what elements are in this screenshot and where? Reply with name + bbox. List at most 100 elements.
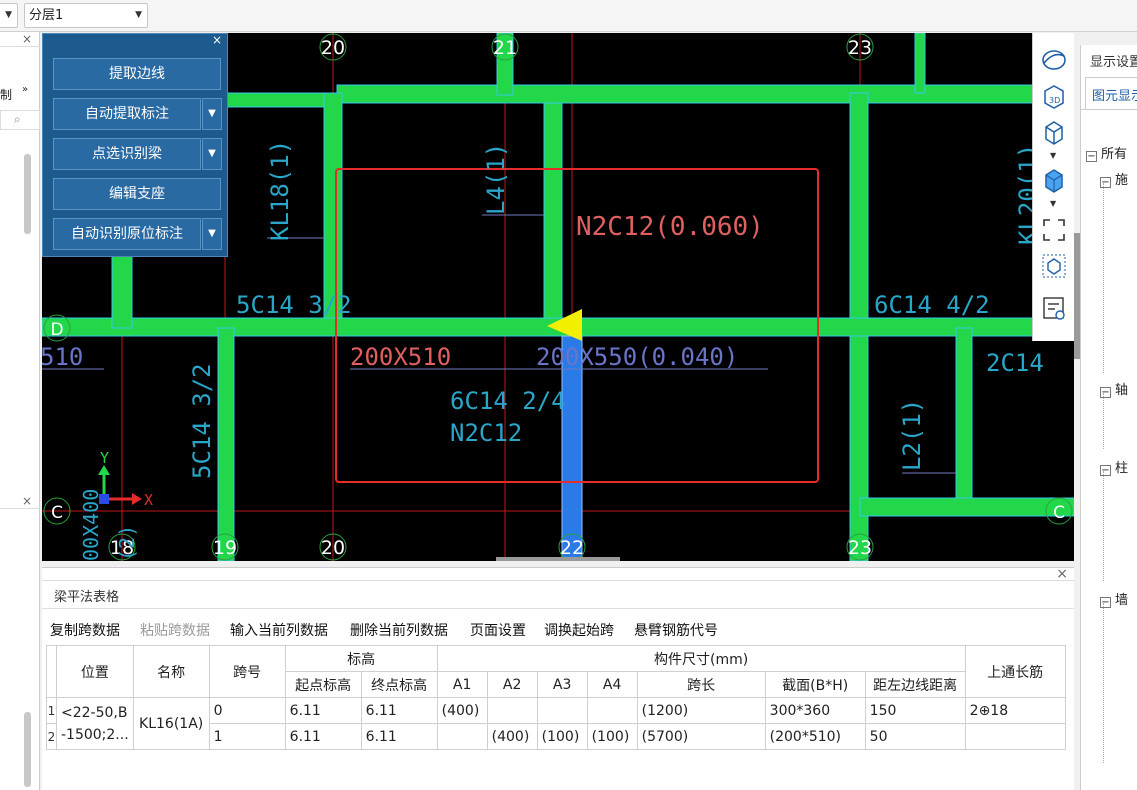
cell-a1[interactable]: (400) xyxy=(436,697,488,724)
tab-element-display[interactable]: 图元显示 xyxy=(1085,77,1137,109)
search-icon: ⌕ xyxy=(14,112,21,126)
tree-item-all[interactable]: − 所有 xyxy=(1086,143,1127,162)
chevron-down-icon[interactable]: ▼ xyxy=(202,138,222,170)
input-column-data-button[interactable]: 输入当前列数据 xyxy=(230,620,328,640)
header-name: 名称 xyxy=(132,645,210,698)
axis-left-D: D xyxy=(50,320,63,340)
label-vert-left2: (2) xyxy=(115,525,139,561)
cell-span-length[interactable]: (5700) xyxy=(636,723,766,750)
left-combo[interactable]: ▼ xyxy=(0,3,18,28)
cell-end-elev[interactable]: 6.11 xyxy=(360,697,438,724)
cell-section[interactable]: (200*510) xyxy=(764,723,866,750)
splitter-handle[interactable] xyxy=(496,557,620,561)
cell-a1[interactable] xyxy=(436,723,488,750)
cell-a2[interactable]: (400) xyxy=(486,723,538,750)
tree-item-axis[interactable]: − 轴 xyxy=(1100,379,1128,398)
tree-item-construction[interactable]: − 施 xyxy=(1100,169,1128,188)
table-row[interactable]: 1 <22-50,B -1500;2... KL16(1A) 0 6.11 6.1… xyxy=(46,697,1066,750)
cell-a4[interactable] xyxy=(586,697,638,724)
divider xyxy=(0,46,40,47)
extract-edge-button[interactable]: 提取边线 xyxy=(53,58,221,90)
layer-combo-value: 分层1 xyxy=(29,8,64,23)
chevron-down-icon[interactable]: ▼ xyxy=(1050,151,1056,160)
cube-view-icon[interactable] xyxy=(1041,119,1067,145)
cell-span[interactable]: 1 xyxy=(208,723,286,750)
divider xyxy=(42,608,1074,609)
axis-top-23: 23 xyxy=(848,37,872,59)
paste-span-data-button[interactable]: 粘贴跨数据 xyxy=(140,620,210,640)
cell-top-bar[interactable] xyxy=(964,723,1066,750)
cell-a2[interactable] xyxy=(486,697,538,724)
cell-position[interactable]: <22-50,B -1500;2... xyxy=(56,697,134,750)
close-icon[interactable]: × xyxy=(22,494,32,508)
display-settings-panel: 显示设置 图元显示 −所有 −施 −轴 −柱 −墙 xyxy=(1080,45,1137,790)
tree-guide xyxy=(1103,603,1104,763)
label-5c14-left: 5C14 3/2 xyxy=(188,363,216,479)
cell-start-elev[interactable]: 6.11 xyxy=(284,723,362,750)
tree-guide xyxy=(1103,183,1104,373)
divider xyxy=(1081,109,1137,110)
orbit-icon[interactable] xyxy=(1041,47,1067,73)
cell-a4[interactable]: (100) xyxy=(586,723,638,750)
header-offset: 距左边线距离 xyxy=(864,671,966,698)
swap-start-span-button[interactable]: 调换起始跨 xyxy=(544,620,614,640)
display-settings-icon[interactable] xyxy=(1041,295,1067,321)
chevron-down-icon: ▼ xyxy=(135,10,142,20)
cell-name[interactable]: KL16(1A) xyxy=(132,697,210,750)
chevron-down-icon[interactable]: ▼ xyxy=(1050,199,1056,208)
chevron-down-icon[interactable]: ▼ xyxy=(202,98,222,130)
close-icon[interactable]: × xyxy=(22,32,32,46)
auto-extract-label-button[interactable]: 自动提取标注 xyxy=(53,98,201,130)
axis-bottom-19: 19 xyxy=(213,537,237,559)
label-2c14: 2C14 xyxy=(986,349,1044,377)
coordinate-axes-icon: Y X xyxy=(98,449,153,509)
label-n2c12-top: N2C12(0.060) xyxy=(576,212,764,242)
copy-span-data-button[interactable]: 复制跨数据 xyxy=(50,620,120,640)
cantilever-rebar-code-button[interactable]: 悬臂钢筋代号 xyxy=(634,620,718,640)
chevron-down-icon[interactable]: ▼ xyxy=(202,218,222,250)
cell-start-elev[interactable]: 6.11 xyxy=(284,697,362,724)
cell-offset[interactable]: 50 xyxy=(864,723,966,750)
label-kl18: KL18(1) xyxy=(266,140,294,241)
edit-support-button[interactable]: 编辑支座 xyxy=(53,178,221,210)
tree-item-column[interactable]: − 柱 xyxy=(1100,457,1128,476)
scrollbar[interactable] xyxy=(24,154,31,234)
label-6c14-24: 6C14 2/4 xyxy=(450,387,566,415)
close-icon[interactable]: × xyxy=(212,33,222,47)
cell-top-bar[interactable]: 2⊕18 xyxy=(964,697,1066,724)
axis-top-21: 21 xyxy=(493,37,517,59)
cell-end-elev[interactable]: 6.11 xyxy=(360,723,438,750)
panel-title: 显示设置 xyxy=(1090,55,1137,70)
expand-icon[interactable]: » xyxy=(22,84,28,95)
cell-span-length[interactable]: (1200) xyxy=(636,697,766,724)
3d-view-icon[interactable]: 3D xyxy=(1041,83,1067,109)
header-span-length: 跨长 xyxy=(636,671,766,698)
header-a4: A4 xyxy=(586,671,638,698)
page-setup-button[interactable]: 页面设置 xyxy=(470,620,526,640)
label-6c14-42: 6C14 4/2 xyxy=(874,291,990,319)
box-select-icon[interactable] xyxy=(1041,253,1067,279)
auto-identify-inplace-label-button[interactable]: 自动识别原位标注 xyxy=(53,218,201,250)
panel-tab-label[interactable]: 制 xyxy=(0,86,12,103)
delete-column-data-button[interactable]: 删除当前列数据 xyxy=(350,620,448,640)
panel-title: 梁平法表格 xyxy=(54,590,120,605)
cell-section[interactable]: 300*360 xyxy=(764,697,866,724)
axis-bottom-20: 20 xyxy=(321,537,345,559)
solid-cube-icon[interactable] xyxy=(1041,167,1067,193)
cell-a3[interactable]: (100) xyxy=(536,723,588,750)
svg-text:3D: 3D xyxy=(1049,96,1060,105)
svg-text:X: X xyxy=(144,491,153,509)
pick-identify-beam-button[interactable]: 点选识别梁 xyxy=(53,138,201,170)
scrollbar[interactable] xyxy=(24,712,31,787)
label-l2: L2(1) xyxy=(898,399,926,471)
beam-table: 位置 名称 跨号 标高 构件尺寸(mm) 上通长筋 起点标高 终点标高 A1 A… xyxy=(46,645,1066,750)
fullscreen-icon[interactable] xyxy=(1041,217,1067,243)
cell-span[interactable]: 0 xyxy=(208,697,286,724)
tree-item-wall[interactable]: − 墙 xyxy=(1100,589,1128,608)
layer-combo[interactable]: 分层1 ▼ xyxy=(24,3,148,28)
cell-offset[interactable]: 150 xyxy=(864,697,966,724)
tree-guide xyxy=(1103,393,1104,449)
cell-a3[interactable] xyxy=(536,697,588,724)
row-number: 2 xyxy=(46,723,57,750)
header-a3: A3 xyxy=(536,671,588,698)
